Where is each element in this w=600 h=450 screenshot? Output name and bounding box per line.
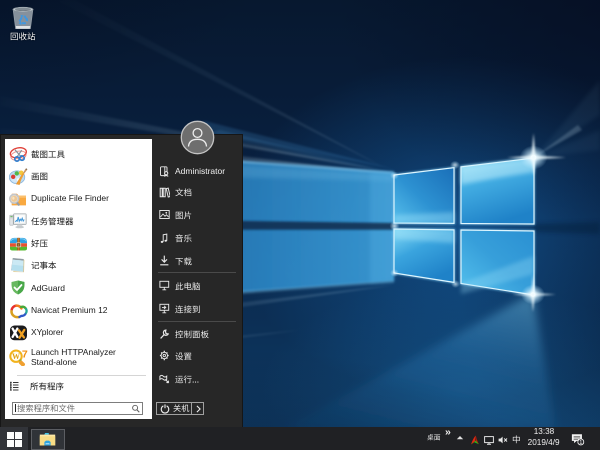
- svg-text:W: W: [12, 352, 20, 361]
- svg-text:1: 1: [579, 440, 582, 446]
- svg-text:7: 7: [22, 349, 28, 360]
